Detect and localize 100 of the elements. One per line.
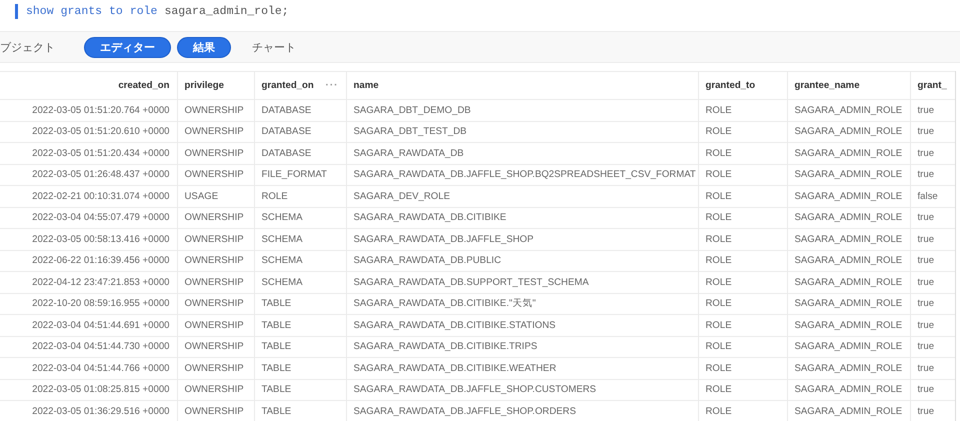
table-cell: 2022-03-04 04:51:44.691 +0000 — [32, 320, 170, 331]
table-cell: 2022-04-12 23:47:21.853 +0000 — [32, 276, 170, 288]
table-cell: 2022-06-22 01:16:39.456 +0000 — [32, 255, 170, 266]
table-cell: SAGARA_RAWDATA_DB.CITIBIKE.STATIONS — [354, 320, 556, 331]
table-cell: SAGARA_ADMIN_ROLE — [794, 169, 902, 180]
table-cell: SAGARA_ADMIN_ROLE — [794, 255, 902, 266]
table-cell: SAGARA_ADMIN_ROLE — [794, 212, 902, 224]
code-token: show — [26, 4, 54, 18]
table-cell: SAGARA_RAWDATA_DB.JAFFLE_SHOP.CUSTOMERS — [354, 384, 596, 396]
table-cell: SAGARA_ADMIN_ROLE — [794, 148, 902, 159]
table-cell: ROLE — [706, 190, 732, 202]
table-cell: TABLE — [262, 298, 292, 310]
table-cell: OWNERSHIP — [184, 276, 244, 288]
table-cell: 2022-03-05 01:51:20.434 +0000 — [32, 148, 170, 159]
table-cell: OWNERSHIP — [184, 406, 244, 417]
table-cell: SAGARA_ADMIN_ROLE — [794, 234, 902, 245]
table-cell: SCHEMA — [262, 234, 303, 245]
table-cell: SAGARA_RAWDATA_DB — [354, 148, 464, 159]
code-token: sagara_admin_role; — [164, 4, 289, 18]
table-cell: SAGARA_DEV_ROLE — [354, 190, 450, 202]
table-cell: SAGARA_DBT_TEST_DB — [354, 126, 467, 138]
table-cell: 2022-03-05 01:51:20.764 +0000 — [32, 104, 170, 116]
table-cell: true — [918, 126, 934, 138]
table-cell: ROLE — [262, 190, 288, 202]
column-header[interactable]: name — [354, 80, 379, 91]
table-cell: true — [918, 169, 934, 180]
column-header[interactable]: created_on — [118, 80, 170, 91]
table-cell: SAGARA_ADMIN_ROLE — [794, 276, 902, 288]
table-cell: false — [918, 190, 938, 202]
table-cell: SCHEMA — [262, 255, 303, 266]
table-cell: SAGARA_ADMIN_ROLE — [794, 190, 902, 202]
table-cell: OWNERSHIP — [184, 384, 244, 396]
table-cell: OWNERSHIP — [184, 320, 244, 331]
table-cell: OWNERSHIP — [184, 212, 244, 224]
table-cell: true — [918, 148, 934, 159]
table-cell: ROLE — [706, 126, 732, 138]
table-cell: TABLE — [262, 320, 292, 331]
code-token: role — [130, 4, 158, 18]
table-cell: 2022-03-05 01:36:29.516 +0000 — [32, 406, 170, 417]
tab[interactable]: ブジェクト — [0, 36, 70, 58]
table-cell: SAGARA_ADMIN_ROLE — [794, 341, 902, 352]
table-cell: OWNERSHIP — [184, 341, 244, 352]
table-cell: TABLE — [262, 384, 292, 396]
table-cell: SAGARA_RAWDATA_DB.CITIBIKE."天気" — [354, 298, 536, 310]
table-cell: 2022-02-21 00:10:31.074 +0000 — [32, 190, 170, 202]
table-cell: OWNERSHIP — [184, 234, 244, 245]
table-cell: ROLE — [706, 255, 732, 266]
table-cell: OWNERSHIP — [184, 126, 244, 138]
tab[interactable]: 結果 — [177, 36, 231, 58]
table-cell: SAGARA_RAWDATA_DB.CITIBIKE — [354, 212, 506, 224]
tab[interactable]: チャート — [237, 36, 311, 58]
code-token: to — [109, 4, 123, 18]
table-cell: DATABASE — [262, 104, 312, 116]
table-cell: true — [918, 298, 934, 310]
table-cell: true — [918, 341, 934, 352]
table-cell: ROLE — [706, 148, 732, 159]
table-cell: true — [918, 255, 934, 266]
table-cell: SAGARA_ADMIN_ROLE — [794, 104, 902, 116]
tab[interactable]: エディター — [84, 36, 171, 58]
table-cell: SAGARA_ADMIN_ROLE — [794, 362, 902, 374]
table-cell: true — [918, 406, 934, 417]
table-cell: SAGARA_RAWDATA_DB.CITIBIKE.TRIPS — [354, 341, 538, 352]
table-cell: SAGARA_RAWDATA_DB.SUPPORT_TEST_SCHEMA — [354, 276, 589, 288]
table-cell: true — [918, 234, 934, 245]
table-cell: TABLE — [262, 362, 292, 374]
table-cell: true — [918, 104, 934, 116]
table-cell: SAGARA_RAWDATA_DB.JAFFLE_SHOP — [354, 234, 534, 245]
table-cell: TABLE — [262, 341, 292, 352]
table-cell: ROLE — [706, 169, 732, 180]
table-cell: SAGARA_ADMIN_ROLE — [794, 384, 902, 396]
table-cell: DATABASE — [262, 148, 312, 159]
table-cell: 2022-10-20 08:59:16.955 +0000 — [32, 298, 170, 310]
table-cell: DATABASE — [262, 126, 312, 138]
table-cell: SAGARA_RAWDATA_DB.PUBLIC — [354, 255, 501, 266]
table-cell: OWNERSHIP — [184, 255, 244, 266]
table-cell: ROLE — [706, 212, 732, 224]
table-cell: SAGARA_RAWDATA_DB.JAFFLE_SHOP.BQ2SPREADSHEET_CSV_FORMAT — [354, 169, 696, 180]
table-cell: 2022-03-04 04:51:44.730 +0000 — [32, 341, 170, 352]
table-cell: true — [918, 384, 934, 396]
code-token: grants — [60, 4, 102, 18]
table-cell: OWNERSHIP — [184, 169, 244, 180]
table-cell: ROLE — [706, 234, 732, 245]
table-cell: ROLE — [706, 406, 732, 417]
table-cell: FILE_FORMAT — [262, 169, 327, 180]
table-cell: ROLE — [706, 341, 732, 352]
table-cell: SAGARA_DBT_DEMO_DB — [354, 104, 471, 116]
table-cell: true — [918, 212, 934, 224]
table-cell: SAGARA_ADMIN_ROLE — [794, 406, 902, 417]
table-cell: 2022-03-05 01:26:48.437 +0000 — [32, 169, 170, 180]
table-cell: OWNERSHIP — [184, 298, 244, 310]
table-cell: true — [918, 276, 934, 288]
table-cell: ROLE — [706, 320, 732, 331]
table-cell: 2022-03-05 00:58:13.416 +0000 — [32, 234, 170, 245]
table-cell: 2022-03-05 01:08:25.815 +0000 — [32, 384, 170, 396]
column-header[interactable]: granted_on — [262, 80, 314, 91]
table-cell: ROLE — [706, 104, 732, 116]
table-cell: SCHEMA — [262, 276, 303, 288]
table-cell: OWNERSHIP — [184, 148, 244, 159]
table-cell: SAGARA_ADMIN_ROLE — [794, 298, 902, 310]
table-cell: ROLE — [706, 362, 732, 374]
